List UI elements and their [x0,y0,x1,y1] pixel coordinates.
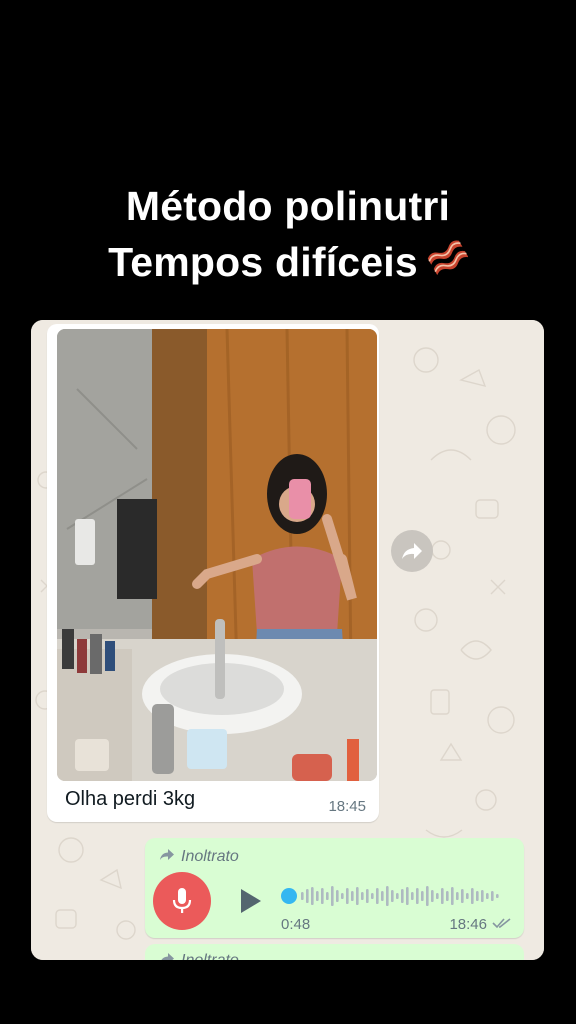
headline-line-2-text: Tempos difíceis [108,239,418,285]
forwarded-label: Inoltrato [159,848,239,866]
forwarded-text: Inoltrato [181,952,239,960]
image-message-bubble[interactable]: Olha perdi 3kg 18:45 [47,324,379,822]
bacon-icon [426,237,469,293]
audio-waveform[interactable] [281,883,506,909]
mirror-selfie-photo[interactable] [57,329,377,781]
next-message-bubble[interactable]: Inoltrato [145,944,524,960]
message-timestamp: 18:45 [328,798,366,815]
share-arrow-icon[interactable] [391,530,433,572]
forwarded-arrow-icon [159,848,175,866]
audio-duration: 0:48 [281,916,311,933]
forwarded-arrow-icon [159,952,175,960]
message-timestamp: 18:46 [449,916,487,933]
voice-message-bubble[interactable]: Inoltrato 0:48 18:46 [145,838,524,938]
voice-message-meta: 18:46 [449,916,512,933]
double-check-icon [492,916,512,933]
headline: Método polinutri Tempos difíceis [0,178,576,293]
forwarded-text: Inoltrato [181,848,239,865]
microphone-icon [153,872,211,930]
chat-panel: Olha perdi 3kg 18:45 Inoltrato 0:48 18:4… [31,320,544,960]
headline-line-1: Método polinutri [125,183,451,229]
play-icon[interactable] [239,888,263,914]
forwarded-label: Inoltrato [159,952,239,960]
headline-line-2: Tempos difíceis [0,234,576,293]
image-caption: Olha perdi 3kg [65,788,196,810]
